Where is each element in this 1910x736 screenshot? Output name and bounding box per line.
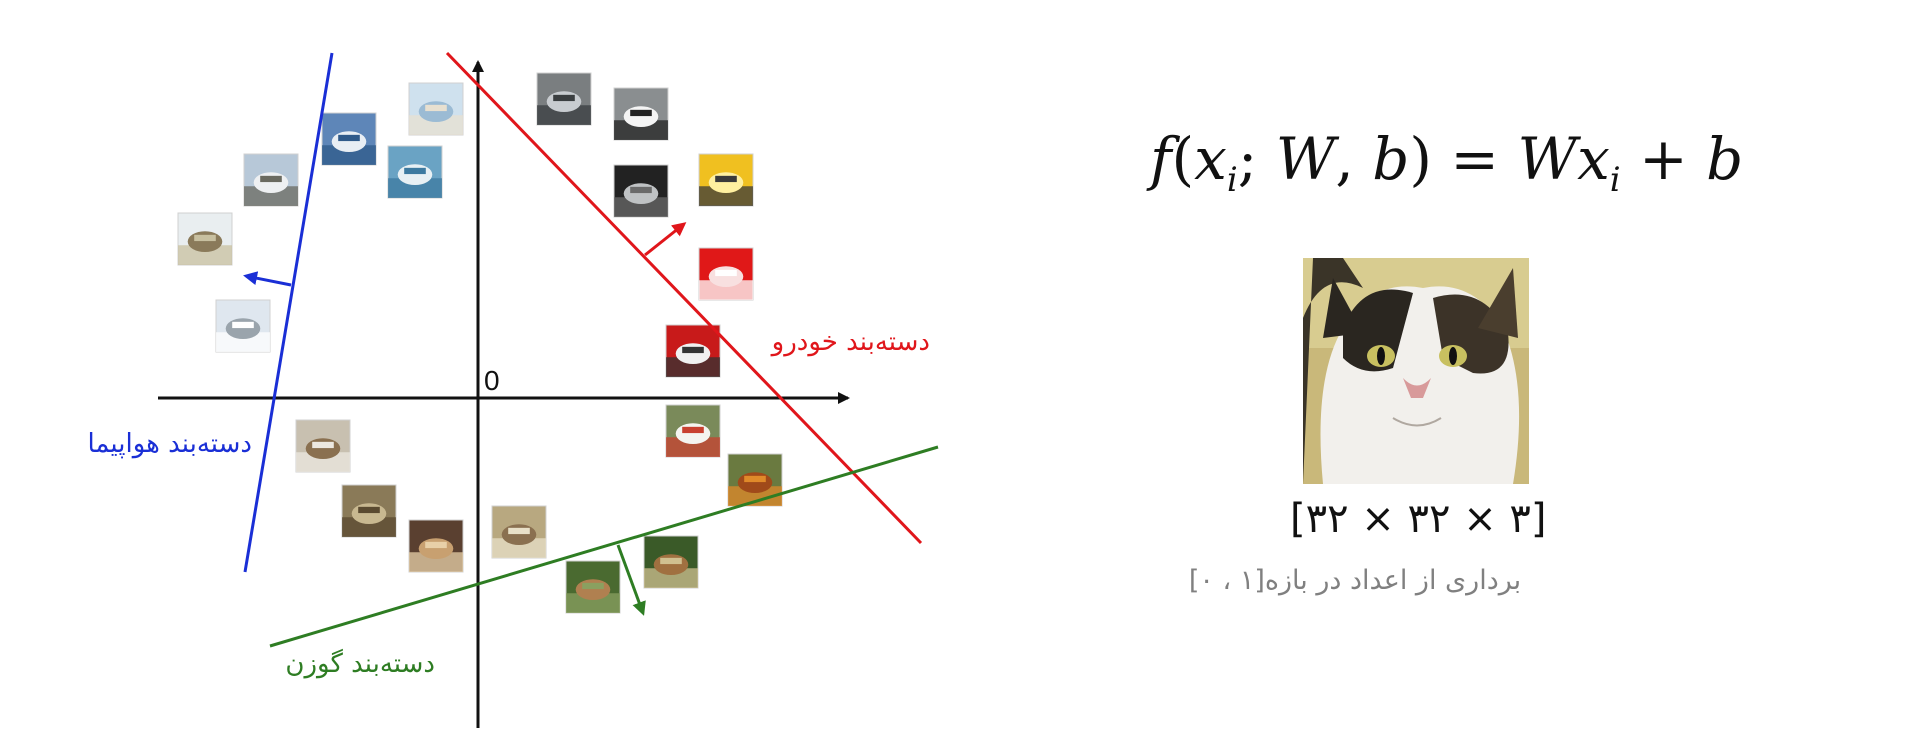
score-function-formula: f(xi; W, b) = Wxi + b xyxy=(1150,125,1744,200)
thumb-ship-3 xyxy=(387,145,443,199)
thumb-car-3 xyxy=(613,164,669,218)
thumb-bird-1 xyxy=(665,404,721,458)
input-range-label: برداری از اعداد در بازه[۱ ، ۰] xyxy=(1188,565,1522,596)
cat-photo xyxy=(1303,258,1529,484)
thumb-car-5 xyxy=(698,247,754,301)
thumb-ship-2 xyxy=(321,112,377,166)
thumb-dog-1 xyxy=(408,519,464,573)
deer-classifier-line xyxy=(269,445,939,648)
car-classifier-normal-arrow xyxy=(644,222,687,257)
thumb-frog-1 xyxy=(341,484,397,538)
origin-label: 0 xyxy=(484,365,500,396)
car-classifier-label: دسته‌بند خودرو xyxy=(770,327,930,357)
thumb-airplane-1 xyxy=(243,153,299,207)
airplane-classifier-normal-arrow xyxy=(243,271,292,287)
thumb-car-1 xyxy=(536,72,592,126)
thumb-bird-3 xyxy=(491,505,547,559)
car-classifier-line xyxy=(445,51,923,545)
thumb-deer-1 xyxy=(565,560,621,614)
linear-classifier-diagram: 0 دسته‌بند خودرو دسته‌بند هواپیما دسته‌ب… xyxy=(87,51,939,728)
thumb-bird-2 xyxy=(727,453,783,507)
deer-classifier-normal-arrow xyxy=(616,544,646,616)
thumb-car-4 xyxy=(698,153,754,207)
thumb-car-2 xyxy=(613,87,669,141)
thumb-airplane-3 xyxy=(215,299,271,353)
thumb-airplane-2 xyxy=(177,212,233,266)
thumb-deer-2 xyxy=(643,535,699,589)
input-dimensions-label: [۳۲ × ۳۲ × ۳] xyxy=(1290,496,1547,542)
airplane-classifier-label: دسته‌بند هواپیما xyxy=(87,429,252,459)
thumbnail-group xyxy=(177,72,783,614)
thumb-cat-1 xyxy=(295,419,351,473)
thumb-ship-1 xyxy=(408,82,464,136)
deer-classifier-label: دسته‌بند گوزن xyxy=(285,648,435,679)
thumb-truck-1 xyxy=(665,324,721,378)
